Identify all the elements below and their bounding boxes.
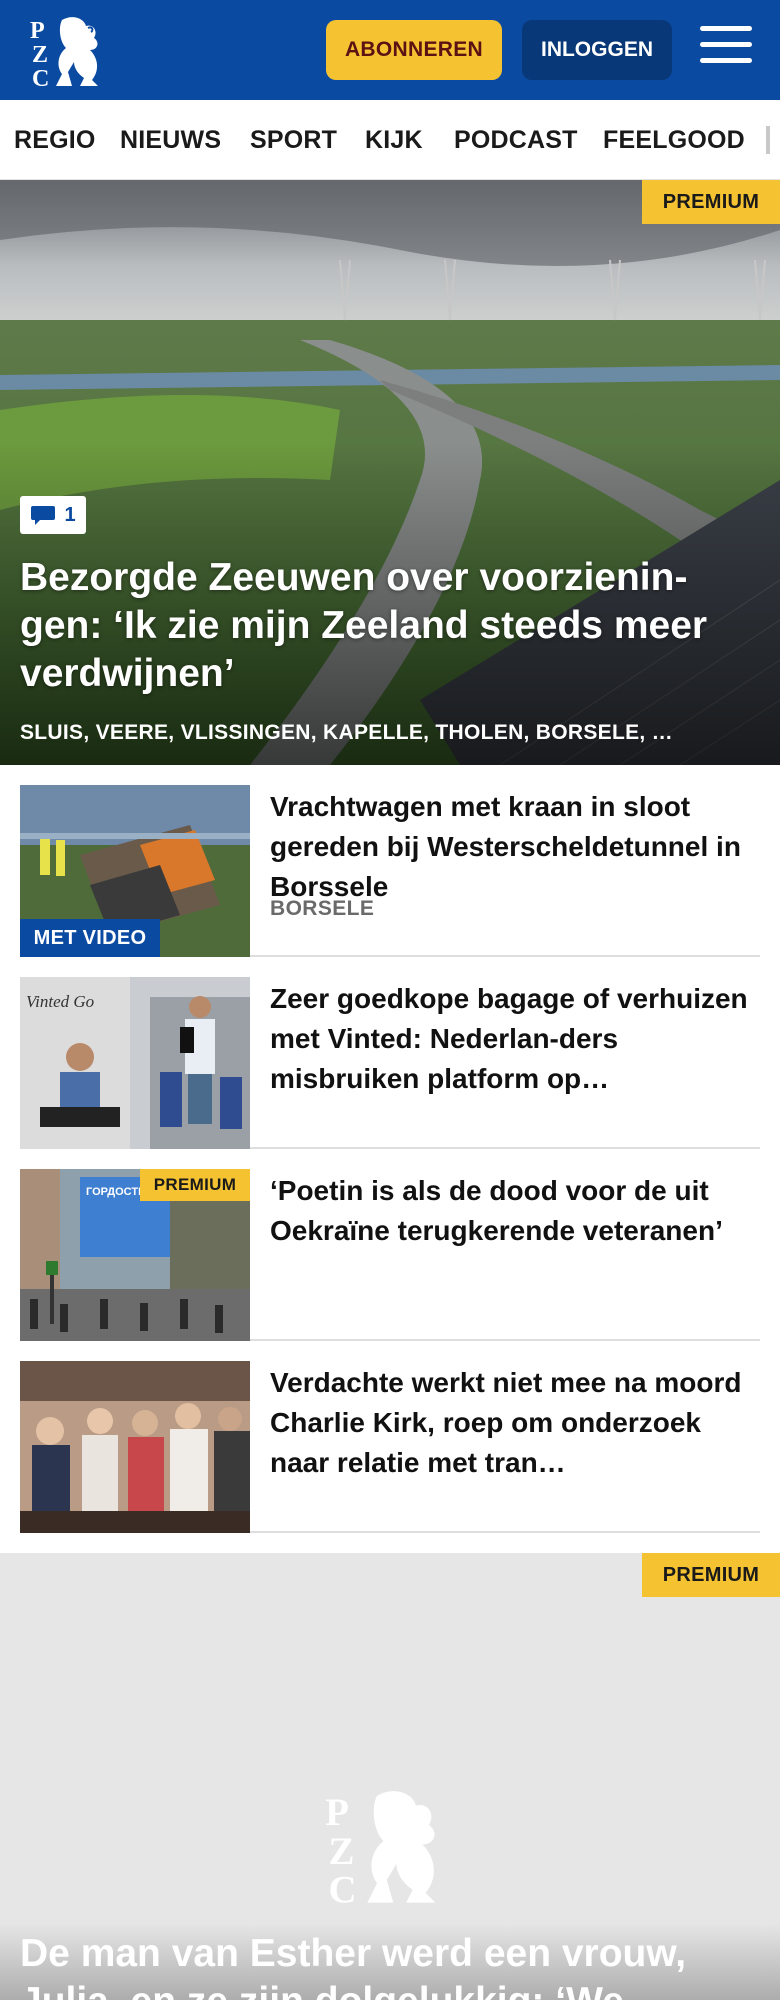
hero-places: SLUIS, VEERE, VLISSINGEN, KAPELLE, THOLE…: [20, 721, 673, 744]
menu-bar: [700, 42, 752, 47]
svg-text:C: C: [32, 66, 49, 88]
hero-title[interactable]: Bezorgde Zeeuwen over voorzienin-gen: ‘I…: [20, 554, 765, 698]
article-thumbnail[interactable]: Vinted Go: [20, 977, 250, 1149]
subscribe-button[interactable]: ABONNEREN: [326, 20, 502, 80]
nav-item-feelgood[interactable]: FEELGOOD: [603, 100, 745, 179]
premium-badge: PREMIUM: [642, 1553, 780, 1597]
comment-count-badge[interactable]: 1: [20, 496, 86, 534]
article-title[interactable]: Verdachte werkt niet mee na moord Charli…: [270, 1363, 750, 1483]
svg-text:P: P: [30, 18, 45, 44]
nav-item-regio[interactable]: REGIO: [14, 100, 96, 179]
section-nav: REGIO NIEUWS SPORT KIJK PODCAST FEELGOOD: [0, 100, 780, 180]
pzc-placeholder-logo: P Z C: [322, 1783, 458, 1912]
pzc-lion-logo-icon: P Z C: [30, 17, 98, 92]
pzc-logo[interactable]: P Z C: [28, 14, 112, 92]
svg-text:Z: Z: [32, 42, 48, 68]
svg-text:P: P: [325, 1791, 349, 1834]
premium-badge: PREMIUM: [642, 180, 780, 224]
svg-text:Z: Z: [328, 1830, 354, 1873]
premium-badge: PREMIUM: [140, 1169, 250, 1201]
article-image: [20, 1361, 250, 1533]
menu-bar: [700, 26, 752, 31]
site-header: P Z C ABONNEREN INLOGGEN: [0, 0, 780, 100]
list-item[interactable]: MET VIDEO Vrachtwagen met kraan in sloot…: [20, 765, 760, 957]
article-thumbnail[interactable]: [20, 1361, 250, 1533]
article-thumbnail[interactable]: MET VIDEO: [20, 785, 250, 957]
article-title[interactable]: Vrachtwagen met kraan in sloot gereden b…: [270, 787, 750, 907]
comment-bubble-icon: [31, 506, 56, 525]
article-place: BORSELE: [270, 897, 375, 920]
hero-article[interactable]: PREMIUM 1 Bezorgde Zeeuwen over voorzien…: [0, 180, 780, 765]
menu-bar: [700, 58, 752, 63]
nav-overflow-indicator: [766, 126, 770, 154]
pzc-lion-logo-icon: P Z C: [325, 1791, 436, 1912]
list-item[interactable]: Vinted Go Zeer goedkope bagage of verhui…: [20, 957, 760, 1149]
nav-item-podcast[interactable]: PODCAST: [454, 100, 578, 179]
comment-count: 1: [64, 503, 76, 526]
article-title[interactable]: Zeer goedkope bagage of verhuizen met Vi…: [270, 979, 750, 1099]
list-item[interactable]: ГОРДОСТЬ РОССИИ! PREMIUM ‘Poetin is als …: [20, 1149, 760, 1341]
nav-item-nieuws[interactable]: NIEUWS: [120, 100, 221, 179]
teaser-title[interactable]: De man van Esther werd een vrouw, Julia,…: [20, 1930, 765, 2000]
article-thumbnail[interactable]: ГОРДОСТЬ РОССИИ! PREMIUM: [20, 1169, 250, 1341]
hamburger-menu-icon[interactable]: [700, 26, 752, 72]
thumb-text: Vinted Go: [26, 992, 94, 1011]
nav-item-kijk[interactable]: KIJK: [365, 100, 423, 179]
premium-teaser-article[interactable]: PREMIUM P Z C De man van Esther werd een…: [0, 1553, 780, 2000]
article-title[interactable]: ‘Poetin is als de dood voor de uit Oekra…: [270, 1171, 750, 1251]
login-button[interactable]: INLOGGEN: [522, 20, 672, 80]
svg-text:C: C: [328, 1869, 356, 1909]
article-image: Vinted Go: [20, 977, 250, 1149]
video-badge: MET VIDEO: [20, 919, 160, 957]
list-item[interactable]: Verdachte werkt niet mee na moord Charli…: [20, 1341, 760, 1533]
nav-item-sport[interactable]: SPORT: [250, 100, 337, 179]
